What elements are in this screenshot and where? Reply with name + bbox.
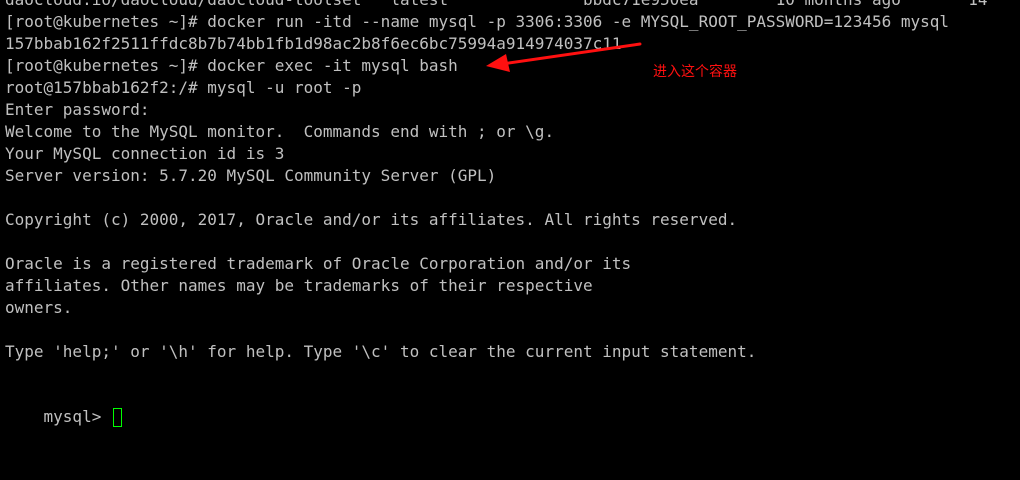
terminal-window[interactable]: daocloud.io/daocloud/daocloud-toolset la… <box>0 0 1020 480</box>
terminal-line-copyright: Copyright (c) 2000, 2017, Oracle and/or … <box>5 210 738 229</box>
terminal-line-help-hint: Type 'help;' or '\h' for help. Type '\c'… <box>5 342 757 361</box>
terminal-cursor[interactable] <box>112 408 122 427</box>
annotation-label: 进入这个容器 <box>653 64 737 80</box>
terminal-line-docker-run-command: [root@kubernetes ~]# docker run -itd --n… <box>5 12 950 31</box>
terminal-line-enter-password: Enter password: <box>5 100 150 119</box>
terminal-line-welcome: Welcome to the MySQL monitor. Commands e… <box>5 122 555 141</box>
terminal-line-mysql-login-command: root@157bbab162f2:/# mysql -u root -p <box>5 78 362 97</box>
mysql-prompt: mysql> <box>43 407 111 426</box>
terminal-line-docker-exec-command: [root@kubernetes ~]# docker exec -it mys… <box>5 56 458 75</box>
terminal-line-server-version: Server version: 5.7.20 MySQL Community S… <box>5 166 497 185</box>
terminal-line-docker-images-row: daocloud.io/daocloud/daocloud-toolset la… <box>5 0 988 11</box>
terminal-line-trademark-3: owners. <box>5 298 73 317</box>
terminal-line-trademark-1: Oracle is a registered trademark of Orac… <box>5 254 632 273</box>
terminal-line-container-id: 157bbab162f2511ffdc8b7b74bb1fb1d98ac2b8f… <box>5 34 622 53</box>
terminal-line-trademark-2: affiliates. Other names may be trademark… <box>5 276 593 295</box>
mysql-prompt-row[interactable]: mysql> <box>5 384 122 427</box>
terminal-line-connection-id: Your MySQL connection id is 3 <box>5 144 285 163</box>
